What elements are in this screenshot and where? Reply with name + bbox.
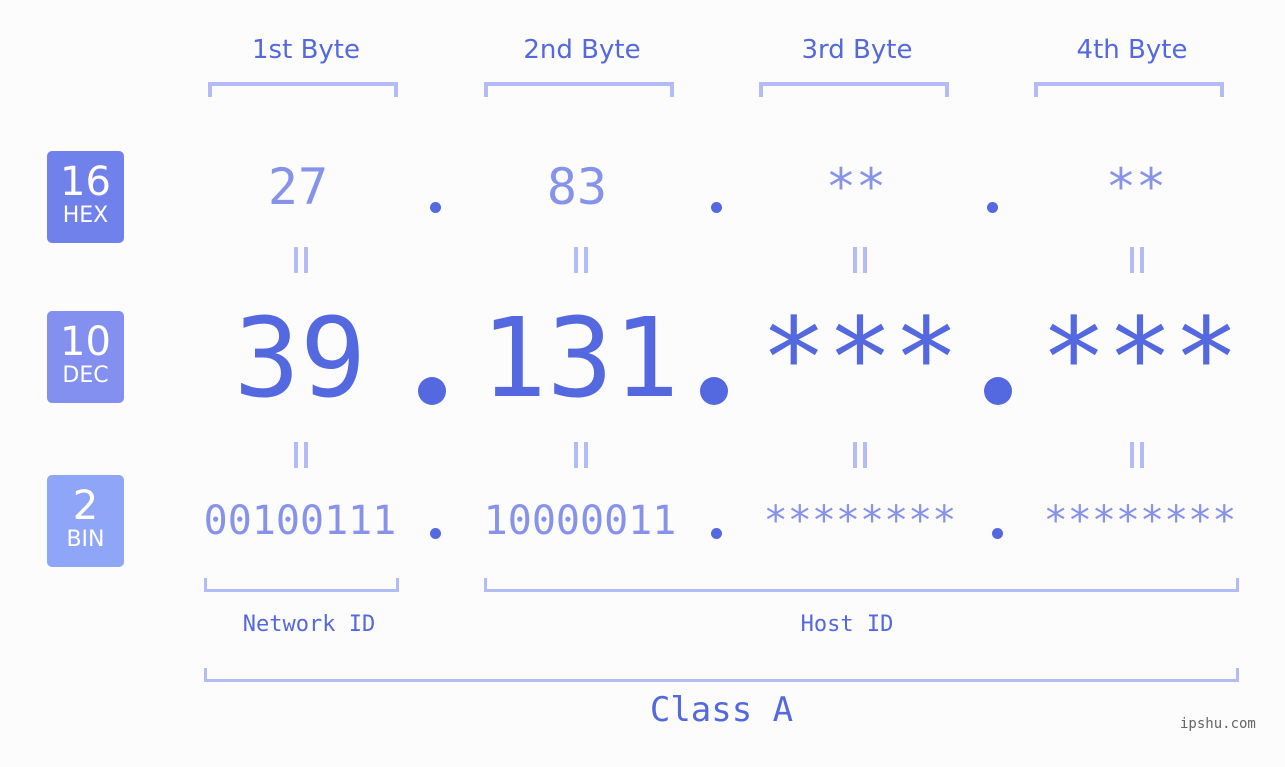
dec-base: 10 <box>60 319 111 365</box>
bin-separator-1 <box>430 528 441 539</box>
hex-byte-2: 83 <box>546 158 608 216</box>
hex-separator-2 <box>711 202 722 213</box>
dec-separator-2 <box>700 377 728 405</box>
equals-icon <box>851 247 867 273</box>
bin-byte-4: ******** <box>1043 498 1237 544</box>
hex-separator-1 <box>430 202 441 213</box>
equals-icon <box>1128 247 1144 273</box>
byte-header-4: 4th Byte <box>1076 35 1188 65</box>
class-bracket <box>204 668 1239 682</box>
hex-byte-3: ** <box>825 158 887 216</box>
hex-separator-3 <box>987 202 998 213</box>
network-id-bracket <box>204 578 399 592</box>
byte-header-3: 3rd Byte <box>801 35 913 65</box>
hex-byte-1: 27 <box>267 158 329 216</box>
equals-icon <box>1128 442 1144 468</box>
hex-label: HEX <box>62 203 109 228</box>
class-label: Class A <box>649 690 794 730</box>
dec-byte-4: *** <box>1040 294 1240 422</box>
byte-bracket-1 <box>208 82 398 97</box>
bin-label: BIN <box>66 527 105 552</box>
dec-byte-1: 39 <box>233 294 367 422</box>
equals-icon <box>292 247 308 273</box>
dec-separator-3 <box>984 377 1012 405</box>
host-id-bracket <box>484 578 1239 592</box>
byte-bracket-4 <box>1034 82 1224 97</box>
hex-badge: 16 HEX <box>47 151 124 243</box>
hex-byte-4: ** <box>1105 158 1167 216</box>
bin-separator-3 <box>992 528 1003 539</box>
bin-byte-1: 00100111 <box>203 498 397 544</box>
dec-byte-2: 131 <box>480 294 680 422</box>
dec-label: DEC <box>62 363 109 388</box>
byte-bracket-3 <box>759 82 949 97</box>
equals-icon <box>572 442 588 468</box>
dec-separator-1 <box>418 377 446 405</box>
byte-bracket-2 <box>484 82 674 97</box>
dec-badge: 10 DEC <box>47 311 124 403</box>
equals-icon <box>572 247 588 273</box>
equals-icon <box>292 442 308 468</box>
byte-header-1: 1st Byte <box>252 35 360 65</box>
bin-byte-2: 10000011 <box>483 498 677 544</box>
network-id-label: Network ID <box>242 612 376 637</box>
dec-byte-3: *** <box>760 294 960 422</box>
bin-base: 2 <box>72 483 99 529</box>
bin-separator-2 <box>711 528 722 539</box>
bin-badge: 2 BIN <box>47 475 124 567</box>
hex-base: 16 <box>60 159 111 205</box>
bin-byte-3: ******** <box>763 498 957 544</box>
watermark: ipshu.com <box>1180 716 1256 732</box>
byte-header-2: 2nd Byte <box>523 35 641 65</box>
equals-icon <box>851 442 867 468</box>
host-id-label: Host ID <box>800 612 894 637</box>
